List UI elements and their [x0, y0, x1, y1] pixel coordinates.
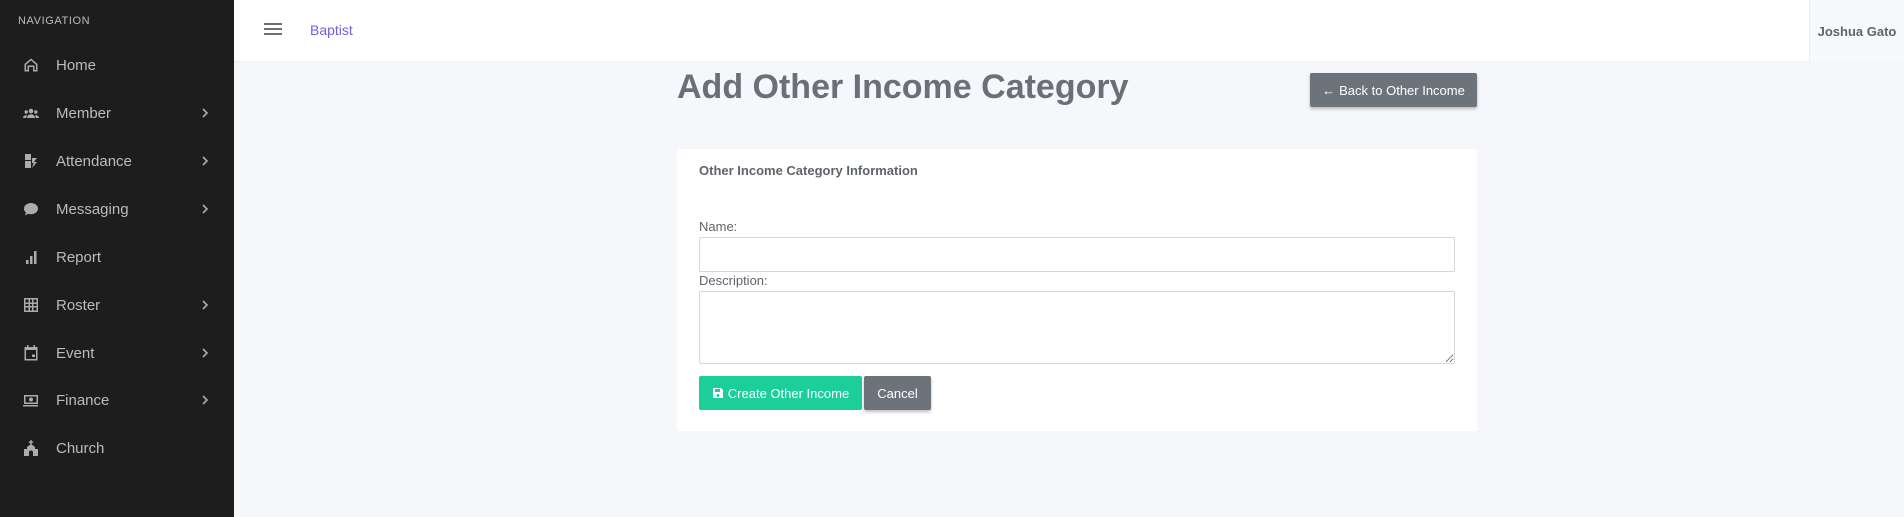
roster-icon	[23, 297, 39, 313]
chevron-right-icon	[199, 202, 211, 216]
church-icon	[23, 440, 39, 456]
home-icon	[23, 57, 39, 73]
sidebar-item-label: Attendance	[56, 152, 132, 170]
sidebar-item-label: Finance	[56, 391, 110, 409]
topbar: Baptist Joshua Gato	[234, 0, 1904, 62]
name-label: Name:	[699, 219, 738, 234]
save-icon	[712, 388, 723, 398]
calendar-icon	[23, 345, 39, 361]
sidebar-item-attendance[interactable]: Attendance	[0, 143, 234, 179]
card-title: Other Income Category Information	[699, 163, 918, 178]
cancel-button[interactable]: Cancel	[864, 376, 931, 410]
users-icon	[23, 105, 39, 121]
sidebar: NAVIGATION Home Member Attendance Messag…	[0, 0, 234, 517]
create-button-label: Create Other Income	[727, 385, 850, 401]
user-menu[interactable]: Joshua Gato	[1809, 0, 1904, 62]
sidebar-item-home[interactable]: Home	[0, 47, 234, 83]
name-input[interactable]	[699, 237, 1455, 272]
sidebar-item-member[interactable]: Member	[0, 95, 234, 131]
sidebar-item-label: Member	[56, 104, 112, 122]
chevron-right-icon	[199, 393, 211, 407]
back-to-other-income-button[interactable]: ← Back to Other Income	[1310, 73, 1477, 107]
sidebar-item-report[interactable]: Report	[0, 239, 234, 275]
chat-icon	[23, 201, 39, 217]
arrow-left-icon: ←	[1322, 82, 1336, 98]
brand-link[interactable]: Baptist	[310, 22, 353, 38]
sidebar-item-label: Home	[56, 56, 97, 74]
sidebar-item-label: Roster	[56, 296, 101, 314]
chevron-right-icon	[199, 346, 211, 360]
sidebar-item-roster[interactable]: Roster	[0, 287, 234, 323]
chevron-right-icon	[199, 298, 211, 312]
bar-chart-icon	[23, 249, 39, 265]
create-other-income-button[interactable]: Create Other Income	[699, 376, 862, 410]
description-textarea[interactable]	[699, 291, 1455, 364]
income-category-form-card: Other Income Category Information Name: …	[677, 149, 1477, 431]
sidebar-heading: NAVIGATION	[18, 15, 91, 27]
chevron-right-icon	[199, 106, 211, 120]
menu-icon[interactable]	[263, 21, 283, 39]
money-icon	[23, 392, 39, 408]
sidebar-item-label: Church	[56, 439, 105, 457]
sidebar-item-label: Report	[56, 248, 102, 266]
sidebar-item-label: Event	[56, 344, 95, 362]
sidebar-item-church[interactable]: Church	[0, 430, 234, 466]
sidebar-item-messaging[interactable]: Messaging	[0, 191, 234, 227]
description-label: Description:	[699, 273, 768, 288]
back-button-label: Back to Other Income	[1339, 82, 1465, 98]
sidebar-item-label: Messaging	[56, 200, 129, 218]
sidebar-item-finance[interactable]: Finance	[0, 382, 234, 418]
attendance-icon	[23, 153, 39, 169]
sidebar-item-event[interactable]: Event	[0, 335, 234, 371]
chevron-right-icon	[199, 154, 211, 168]
user-name: Joshua Gato	[1817, 23, 1897, 39]
page-title: Add Other Income Category	[677, 68, 1129, 106]
